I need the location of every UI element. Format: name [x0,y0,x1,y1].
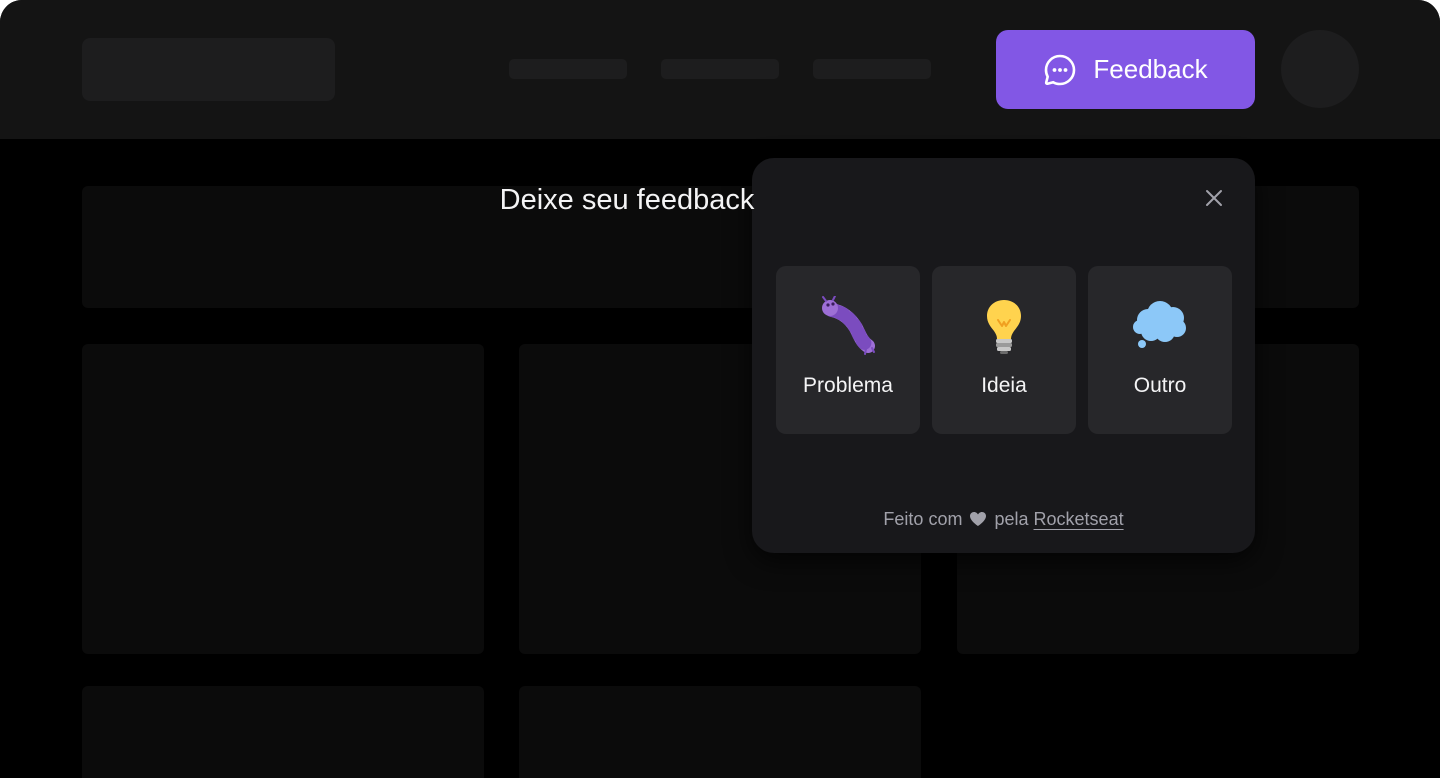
rocketseat-link[interactable]: Rocketseat [1034,509,1124,529]
feedback-button[interactable]: Feedback [996,30,1255,109]
background-card [82,344,484,654]
widget-footer: Feito com pela Rocketseat [752,507,1255,531]
option-problema[interactable]: Problema [776,266,920,434]
background-card [82,686,484,778]
bug-emoji [820,295,876,356]
feedback-button-label: Feedback [1093,54,1208,84]
lightbulb-emoji [976,296,1032,356]
thought-balloon-emoji [1132,296,1188,356]
background-card [519,686,921,778]
option-label: Problema [803,374,893,397]
app-frame: Feedback Deixe seu feedback Problema Ide… [0,0,1440,778]
close-button[interactable] [1200,186,1228,214]
nav-placeholder [509,59,627,79]
logo-placeholder [82,38,335,101]
footer-middle: pela [994,509,1029,529]
option-label: Outro [1133,374,1187,397]
option-outro[interactable]: Outro [1088,266,1232,434]
chat-dots-icon [1043,53,1077,87]
avatar [1281,30,1359,108]
widget-title: Deixe seu feedback [499,184,755,216]
close-icon [1204,188,1224,213]
nav-placeholder [813,59,931,79]
nav-placeholder [661,59,779,79]
option-label: Ideia [981,374,1027,397]
heart-icon [969,509,987,526]
footer-prefix: Feito com [883,509,963,529]
option-ideia[interactable]: Ideia [932,266,1076,434]
